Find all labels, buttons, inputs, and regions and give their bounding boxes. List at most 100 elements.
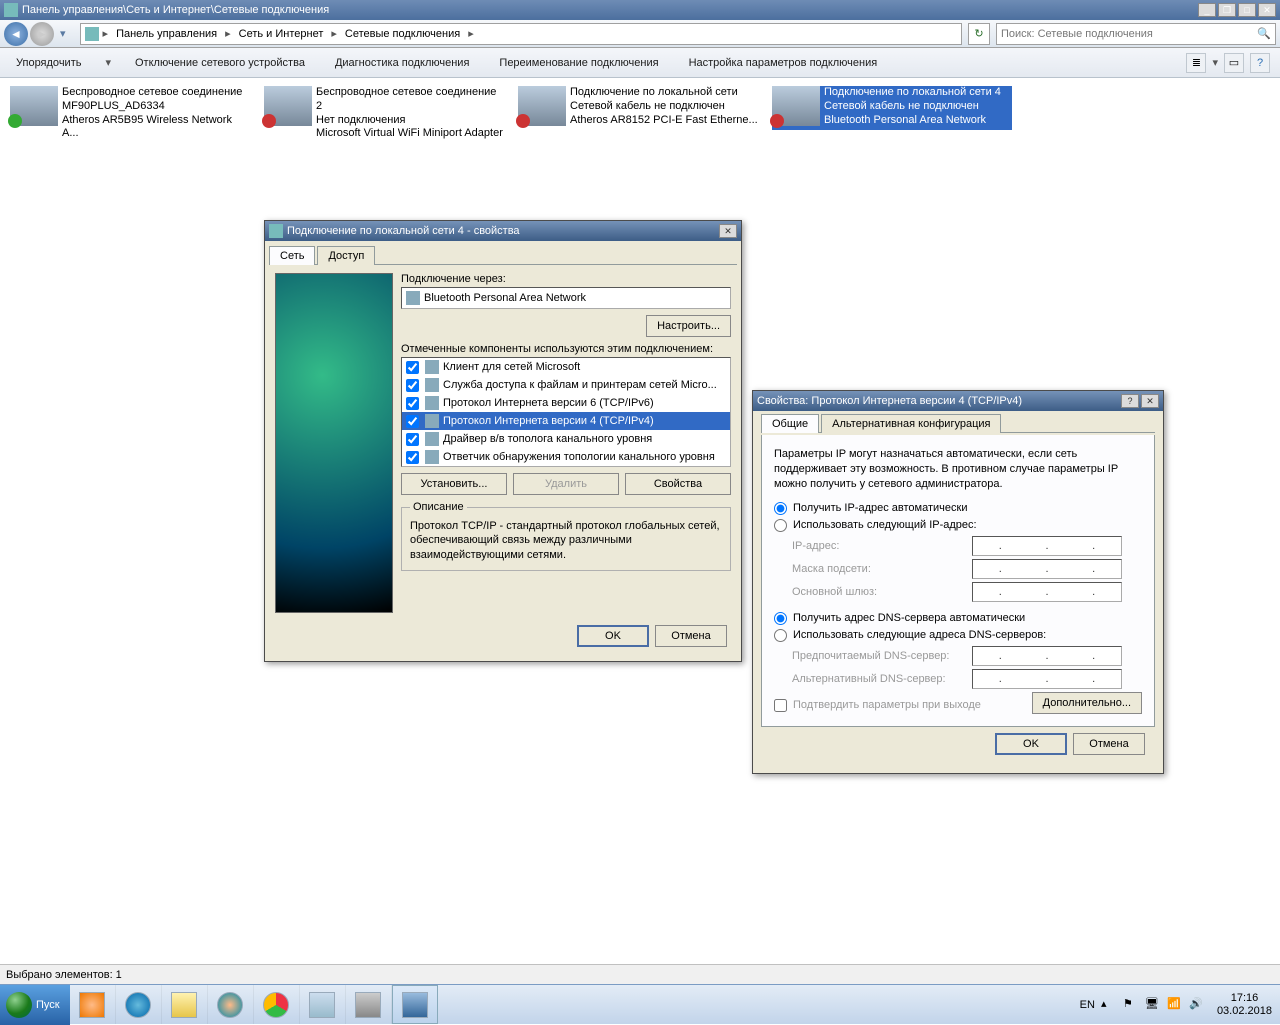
history-dropdown[interactable]: ▾ — [56, 27, 70, 40]
subnet-mask-label: Маска подсети: — [792, 563, 972, 575]
dialog-titlebar[interactable]: Свойства: Протокол Интернета версии 4 (T… — [753, 391, 1163, 411]
organize-menu[interactable]: Упорядочить — [10, 53, 87, 73]
tab-strip: Общие Альтернативная конфигурация — [761, 413, 1155, 433]
search-icon[interactable]: 🔍 — [1257, 27, 1271, 40]
taskbar-app-active[interactable] — [392, 985, 438, 1024]
taskbar-app[interactable] — [254, 985, 300, 1024]
breadcrumb-part[interactable]: Сетевые подключения — [341, 28, 464, 40]
rename-button[interactable]: Переименование подключения — [493, 53, 664, 73]
back-button[interactable]: ◄ — [4, 22, 28, 46]
monitor-icon[interactable]: 🖥 — [1145, 997, 1161, 1013]
ok-button[interactable]: OK — [577, 625, 649, 647]
cancel-button[interactable]: Отмена — [655, 625, 727, 647]
tab-access[interactable]: Доступ — [317, 246, 375, 265]
breadcrumb[interactable]: ▸ Панель управления▸ Сеть и Интернет▸ Се… — [80, 23, 962, 45]
adapter-settings-button[interactable]: Настройка параметров подключения — [683, 53, 884, 73]
tab-strip: Сеть Доступ — [269, 245, 737, 265]
adapter-icon — [10, 86, 58, 126]
dns1-field: ... — [972, 646, 1122, 666]
maximize-button[interactable]: □ — [1238, 3, 1256, 17]
connection-device: Atheros AR8152 PCI-E Fast Etherne... — [570, 114, 758, 128]
search-placeholder: Поиск: Сетевые подключения — [1001, 28, 1153, 40]
connection-name: Подключение по локальной сети — [570, 86, 758, 100]
close-icon[interactable]: ✕ — [719, 224, 737, 238]
connections-list: Беспроводное сетевое соединение MF90PLUS… — [0, 78, 1280, 138]
connection-name: Подключение по локальной сети 4 — [824, 86, 1001, 100]
close-icon[interactable]: ✕ — [1141, 394, 1159, 408]
preview-pane-button[interactable]: ▭ — [1224, 53, 1244, 73]
app-icon — [79, 992, 105, 1018]
component-label: Клиент для сетей Microsoft — [443, 361, 580, 373]
advanced-button[interactable]: Дополнительно... — [1032, 692, 1142, 714]
forward-button[interactable]: ► — [30, 22, 54, 46]
search-input[interactable]: Поиск: Сетевые подключения 🔍 — [996, 23, 1276, 45]
start-button[interactable]: Пуск — [0, 985, 70, 1025]
close-button[interactable]: ✕ — [1258, 3, 1276, 17]
adapter-icon — [406, 291, 420, 305]
install-button[interactable]: Установить... — [401, 473, 507, 495]
configure-button[interactable]: Настроить... — [646, 315, 731, 337]
taskbar-app[interactable] — [208, 985, 254, 1024]
radio-manual-ip[interactable] — [774, 519, 787, 532]
connection-name: Беспроводное сетевое соединение 2 — [316, 86, 504, 114]
component-checkbox[interactable] — [406, 433, 419, 446]
tab-general[interactable]: Общие — [761, 414, 819, 433]
network-icon[interactable]: 📶 — [1167, 997, 1183, 1013]
taskbar-app[interactable] — [346, 985, 392, 1024]
adapter-illustration — [275, 273, 393, 613]
taskbar-app[interactable] — [70, 985, 116, 1024]
help-icon[interactable]: ? — [1121, 394, 1139, 408]
radio-manual-dns[interactable] — [774, 629, 787, 642]
radio-auto-ip-label: Получить IP-адрес автоматически — [793, 502, 967, 514]
refresh-button[interactable]: ↻ — [968, 23, 990, 45]
language-indicator[interactable]: EN — [1080, 999, 1095, 1011]
disable-device-button[interactable]: Отключение сетевого устройства — [129, 53, 311, 73]
cancel-button[interactable]: Отмена — [1073, 733, 1145, 755]
confirm-checkbox[interactable] — [774, 699, 787, 712]
clock-time[interactable]: 17:16 — [1217, 992, 1272, 1004]
tab-network[interactable]: Сеть — [269, 246, 315, 265]
connection-item[interactable]: Беспроводное сетевое соединение MF90PLUS… — [10, 86, 250, 130]
diagnose-button[interactable]: Диагностика подключения — [329, 53, 475, 73]
flag-icon[interactable]: ⚑ — [1123, 997, 1139, 1013]
component-checkbox[interactable] — [406, 415, 419, 428]
taskbar-app[interactable] — [162, 985, 208, 1024]
connection-item-selected[interactable]: Подключение по локальной сети 4 Сетевой … — [772, 86, 1012, 130]
breadcrumb-part[interactable]: Сеть и Интернет — [235, 28, 328, 40]
breadcrumb-part[interactable]: Панель управления — [112, 28, 221, 40]
component-checkbox[interactable] — [406, 397, 419, 410]
app-icon — [309, 992, 335, 1018]
system-tray: EN ▴ ⚑ 🖥 📶 🔊 17:16 03.02.2018 — [1072, 985, 1280, 1024]
taskbar-app[interactable] — [300, 985, 346, 1024]
uninstall-button[interactable]: Удалить — [513, 473, 619, 495]
subnet-mask-field: ... — [972, 559, 1122, 579]
window-titlebar: Панель управления\Сеть и Интернет\Сетевы… — [0, 0, 1280, 20]
radio-auto-ip[interactable] — [774, 502, 787, 515]
tray-up-icon[interactable]: ▴ — [1101, 997, 1117, 1013]
gateway-field: ... — [972, 582, 1122, 602]
ok-button[interactable]: OK — [995, 733, 1067, 755]
help-button[interactable]: ? — [1250, 53, 1270, 73]
connect-via-label: Подключение через: — [401, 273, 731, 285]
connection-status: MF90PLUS_AD6334 — [62, 100, 250, 114]
component-checkbox[interactable] — [406, 379, 419, 392]
component-label: Драйвер в/в тополога канального уровня — [443, 433, 652, 445]
connection-item[interactable]: Беспроводное сетевое соединение 2 Нет по… — [264, 86, 504, 130]
component-label: Ответчик обнаружения топологии канальног… — [443, 451, 715, 463]
volume-icon[interactable]: 🔊 — [1189, 997, 1205, 1013]
restore-button[interactable]: ❐ — [1218, 3, 1236, 17]
minimize-button[interactable]: _ — [1198, 3, 1216, 17]
clock-date[interactable]: 03.02.2018 — [1217, 1005, 1272, 1017]
tab-alternate[interactable]: Альтернативная конфигурация — [821, 414, 1001, 433]
components-list[interactable]: Клиент для сетей Microsoft Служба доступ… — [401, 357, 731, 467]
description-legend: Описание — [410, 501, 467, 513]
view-options-button[interactable]: ≣ — [1186, 53, 1206, 73]
component-checkbox[interactable] — [406, 451, 419, 464]
taskbar-app[interactable] — [116, 985, 162, 1024]
properties-button[interactable]: Свойства — [625, 473, 731, 495]
connection-item[interactable]: Подключение по локальной сети Сетевой ка… — [518, 86, 758, 130]
radio-auto-dns[interactable] — [774, 612, 787, 625]
connection-name: Беспроводное сетевое соединение — [62, 86, 250, 100]
dialog-titlebar[interactable]: Подключение по локальной сети 4 - свойст… — [265, 221, 741, 241]
component-checkbox[interactable] — [406, 361, 419, 374]
